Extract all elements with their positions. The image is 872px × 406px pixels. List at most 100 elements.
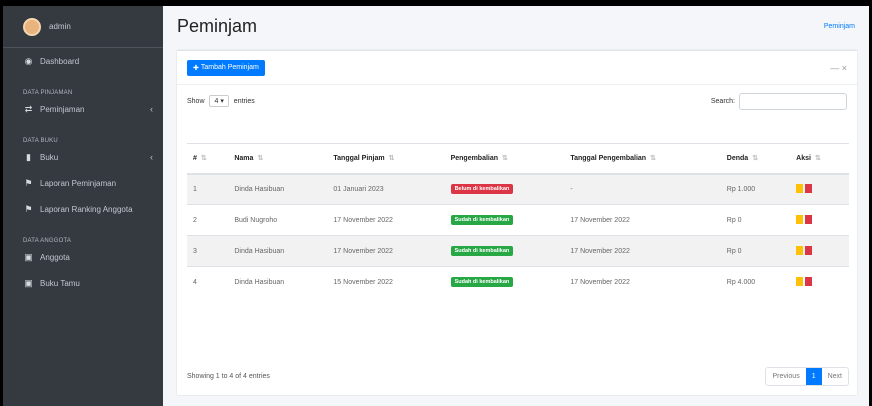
sidebar-item-laporan-peminjaman[interactable]: ⚑ Laporan Peminjaman xyxy=(3,170,163,196)
id-card-icon: ▣ xyxy=(24,277,33,288)
column-header[interactable]: Aksi ⇅ xyxy=(790,143,849,175)
user-plus-icon: ✚ xyxy=(193,64,199,72)
sidebar-item-label: Peminjaman xyxy=(40,104,85,114)
content-header: Peminjam Peminjam xyxy=(163,6,869,46)
prev-page-button[interactable]: Previous xyxy=(766,368,805,385)
sidebar-item-label: Buku xyxy=(40,152,59,162)
cell-nama: Budi Nugroho xyxy=(228,204,328,236)
cell-no: 4 xyxy=(187,266,229,298)
column-header[interactable]: Pengembalian ⇅ xyxy=(444,143,565,175)
tachometer-icon: ◉ xyxy=(24,55,33,66)
sort-icon: ⇅ xyxy=(502,155,508,163)
table-body: 1 Dinda Hasibuan 01 Januari 2023 Belum di k… xyxy=(187,173,849,298)
sidebar-item-dashboard[interactable]: ◉ Dashboard xyxy=(3,48,163,74)
cell-tgl-kembali: - xyxy=(564,173,721,205)
cell-tgl-kembali: 17 November 2022 xyxy=(564,204,721,236)
sort-icon: ⇅ xyxy=(752,155,759,163)
sort-icon: ⇅ xyxy=(814,155,821,163)
cell-tgl-kembali: 17 November 2022 xyxy=(564,266,721,298)
sidebar-item-laporan-ranking-anggota[interactable]: ⚑ Laporan Ranking Anggota xyxy=(3,196,163,222)
page-1-button[interactable]: 1 xyxy=(805,368,822,385)
trash-icon[interactable] xyxy=(805,245,813,255)
sidebar-item-anggota[interactable]: ▣ Anggota xyxy=(3,244,163,270)
edit-icon[interactable] xyxy=(796,276,804,286)
sidebar-nav: ◉ Dashboard DATA PINJAMAN ⇄ Peminjaman ‹ DATA … xyxy=(3,48,163,296)
pagination: Previous 1 Next xyxy=(765,367,849,386)
cell-denda: Rp 1.000 xyxy=(720,173,791,205)
search-label: Search: xyxy=(710,97,735,105)
cell-no: 2 xyxy=(187,204,229,236)
user-name: admin xyxy=(49,22,71,31)
borrower-table: # ⇅ Nama ⇅ Tanggal Pinjam ⇅ Pengembalian ⇅ Tangg… xyxy=(187,143,849,298)
breadcrumb[interactable]: Peminjam xyxy=(824,23,855,30)
nav-header: DATA BUKU xyxy=(23,138,58,144)
sidebar-item-label: Laporan Peminjaman xyxy=(40,178,117,188)
sidebar-item-buku[interactable]: ▮ Buku ‹ xyxy=(3,144,163,170)
search-control: Search: xyxy=(710,92,847,110)
cell-tgl-pinjam: 15 November 2022 xyxy=(327,266,445,298)
table-footer: Showing 1 to 4 of 4 entries Previous 1 N… xyxy=(187,367,849,386)
table-header-row: # ⇅ Nama ⇅ Tanggal Pinjam ⇅ Pengembalian ⇅ Tangg… xyxy=(187,143,849,175)
add-borrower-button[interactable]: ✚ Tambah Peminjam xyxy=(187,59,265,76)
table-row: 4 Dinda Hasibuan 15 November 2022 Sudah di … xyxy=(187,266,849,298)
status-badge: Sudah di kembalikan xyxy=(450,215,514,225)
sidebar-item-peminjaman[interactable]: ⇄ Peminjaman ‹ xyxy=(3,96,163,122)
column-header[interactable]: # ⇅ xyxy=(187,143,229,175)
column-header[interactable]: Tanggal Pinjam ⇅ xyxy=(327,143,445,175)
search-input[interactable] xyxy=(739,92,847,110)
cell-denda: Rp 0 xyxy=(720,204,791,236)
cell-nama: Dinda Hasibuan xyxy=(228,266,328,298)
column-header[interactable]: Nama ⇅ xyxy=(228,143,328,175)
table-row: 3 Dinda Hasibuan 17 November 2022 Sudah di … xyxy=(187,235,849,267)
trash-icon[interactable] xyxy=(805,183,813,193)
chevron-left-icon: ‹ xyxy=(150,152,153,162)
cell-tgl-kembali: 17 November 2022 xyxy=(564,235,721,267)
book-icon: ▮ xyxy=(26,151,31,162)
sidebar-item-label: Anggota xyxy=(40,252,70,262)
cell-actions xyxy=(790,204,849,236)
sidebar: admin ◉ Dashboard DATA PINJAMAN ⇄ Peminjaman… xyxy=(3,6,163,406)
column-header[interactable]: Tanggal Pengembalian ⇅ xyxy=(564,143,721,175)
cell-status: Sudah di kembalikan xyxy=(444,204,565,236)
cell-actions xyxy=(790,235,849,267)
id-card-icon: ▣ xyxy=(24,251,33,262)
main-content: Peminjam Peminjam ✚ Tambah Peminjam — × … xyxy=(163,6,869,406)
sidebar-item-buku-tamu[interactable]: ▣ Buku Tamu xyxy=(3,270,163,296)
cell-nama: Dinda Hasibuan xyxy=(228,173,328,205)
table-row: 1 Dinda Hasibuan 01 Januari 2023 Belum di k… xyxy=(187,173,849,205)
column-header[interactable]: Denda ⇅ xyxy=(720,143,791,175)
avatar xyxy=(23,17,41,36)
trash-icon[interactable] xyxy=(805,276,813,286)
flag-icon: ⚑ xyxy=(24,177,33,188)
cell-actions xyxy=(790,266,849,298)
sidebar-item-label: Dashboard xyxy=(40,56,80,66)
table-row: 2 Budi Nugroho 17 November 2022 Sudah di ke… xyxy=(187,204,849,236)
status-badge: Belum di kembalikan xyxy=(450,184,514,195)
cell-no: 3 xyxy=(187,235,229,267)
entries-label: entries xyxy=(233,98,255,105)
cell-tgl-pinjam: 01 Januari 2023 xyxy=(327,173,445,205)
cell-tgl-pinjam: 17 November 2022 xyxy=(327,204,445,236)
sort-icon: ⇅ xyxy=(200,155,207,163)
edit-icon[interactable] xyxy=(796,245,804,255)
cell-status: Sudah di kembalikan xyxy=(444,235,565,267)
flag-icon: ⚑ xyxy=(24,203,33,214)
sort-icon: ⇅ xyxy=(388,155,395,163)
sort-icon: ⇅ xyxy=(257,155,264,163)
edit-icon[interactable] xyxy=(796,214,804,224)
table-info: Showing 1 to 4 of 4 entries xyxy=(187,373,270,380)
nav-header: DATA PINJAMAN xyxy=(23,90,73,96)
status-badge: Sudah di kembalikan xyxy=(450,277,514,288)
nav-header: DATA ANGGOTA xyxy=(23,238,72,244)
add-borrower-label: Tambah Peminjam xyxy=(200,64,259,71)
trash-icon[interactable] xyxy=(805,214,813,224)
entries-select[interactable]: 4 ▾ xyxy=(209,95,229,107)
cell-actions xyxy=(790,173,849,205)
next-page-button[interactable]: Next xyxy=(822,368,848,385)
page-title: Peminjam xyxy=(177,15,258,36)
card-tools[interactable]: — × xyxy=(830,63,847,73)
edit-icon[interactable] xyxy=(796,183,804,193)
card-header: ✚ Tambah Peminjam — × xyxy=(177,51,857,85)
cell-denda: Rp 0 xyxy=(720,235,791,267)
user-panel[interactable]: admin xyxy=(3,6,163,48)
